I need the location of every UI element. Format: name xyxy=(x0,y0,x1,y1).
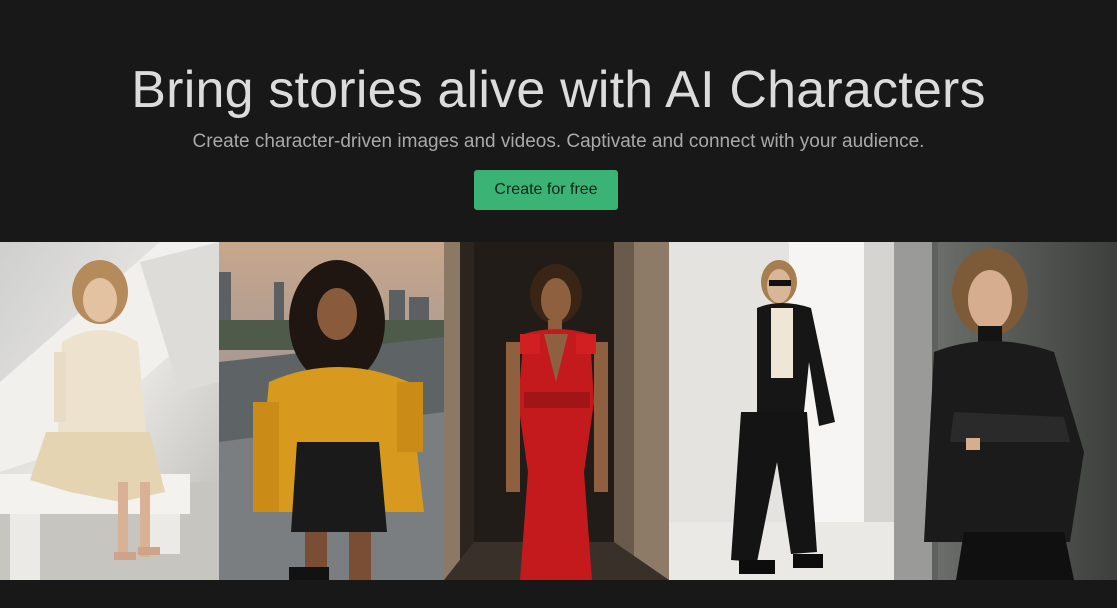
character-photo-3-image xyxy=(444,242,669,580)
character-photo-2[interactable] xyxy=(219,242,444,580)
character-photo-4-image xyxy=(669,242,894,580)
character-photo-5-image xyxy=(894,242,1117,580)
character-gallery xyxy=(0,242,1117,580)
character-photo-3[interactable] xyxy=(444,242,669,580)
character-photo-1[interactable] xyxy=(0,242,219,580)
hero-title: Bring stories alive with AI Characters xyxy=(131,61,986,119)
hero-section: Bring stories alive with AI Characters C… xyxy=(0,0,1117,242)
character-photo-2-image xyxy=(219,242,444,580)
character-photo-1-image xyxy=(0,242,219,580)
character-photo-4[interactable] xyxy=(669,242,894,580)
hero-subtitle: Create character-driven images and video… xyxy=(192,131,925,152)
create-for-free-button[interactable]: Create for free xyxy=(474,170,618,210)
character-photo-5[interactable] xyxy=(894,242,1117,580)
page-bottom-area xyxy=(0,580,1117,608)
